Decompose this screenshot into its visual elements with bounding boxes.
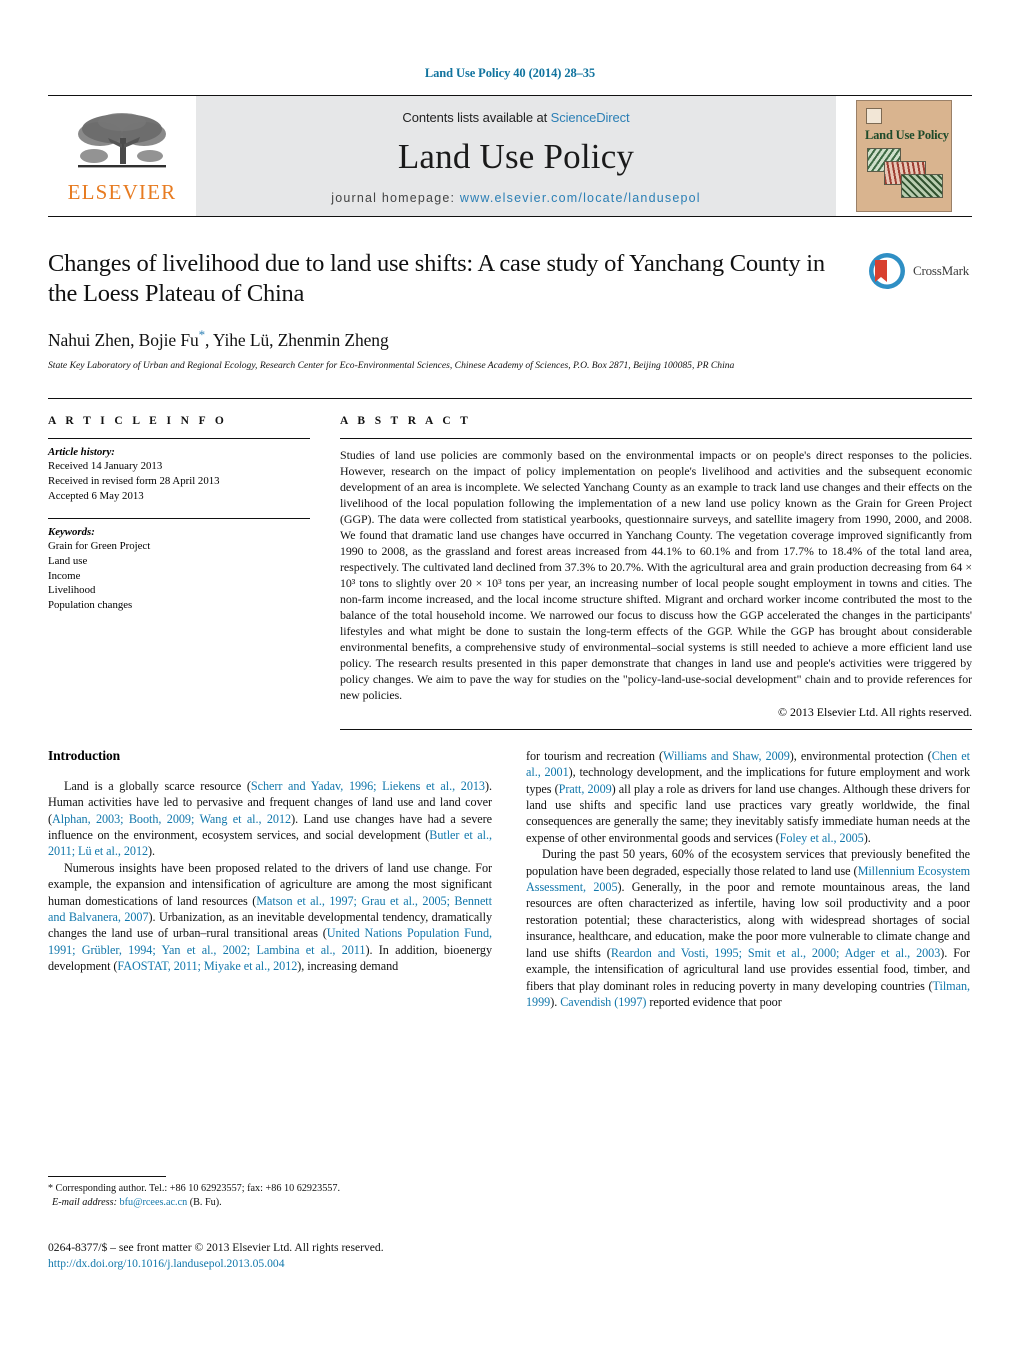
- right-column: for tourism and recreation (Williams and…: [526, 748, 970, 1098]
- masthead-center: Contents lists available at ScienceDirec…: [196, 96, 836, 216]
- crossmark-label: CrossMark: [913, 263, 969, 278]
- info-abstract-section: A R T I C L E I N F O Article history: R…: [48, 397, 972, 730]
- keywords-block: Keywords: Grain for Green Project Land u…: [48, 519, 310, 613]
- affiliation: State Key Laboratory of Urban and Region…: [48, 359, 735, 371]
- sciencedirect-link[interactable]: ScienceDirect: [551, 110, 630, 125]
- crossmark-icon: [867, 251, 907, 291]
- paragraph-text: ), environmental protection (: [789, 748, 932, 763]
- contents-prefix: Contents lists available at: [402, 109, 551, 125]
- cover-publisher-mark-icon: [866, 108, 882, 124]
- elsevier-tree-icon: [78, 112, 166, 167]
- homepage-url-link[interactable]: www.elsevier.com/locate/landusepol: [460, 191, 701, 205]
- paragraph-text: reported evidence that poor: [646, 994, 782, 1009]
- paragraph: Land is a globally scarce resource (Sche…: [48, 778, 492, 860]
- article-history-label: Article history:: [48, 445, 115, 458]
- keywords-label: Keywords:: [48, 525, 95, 538]
- footnote-star: *: [48, 1183, 53, 1194]
- masthead-right: Land Use Policy: [836, 96, 972, 216]
- footnote-email-line: E-mail address: bfu@rcees.ac.cn (B. Fu).: [48, 1196, 492, 1210]
- paragraph-text: ), increasing demand: [297, 959, 399, 974]
- authors-first: Nahui Zhen, Bojie Fu: [48, 329, 199, 350]
- keyword-item: Income: [48, 569, 81, 582]
- citation-link[interactable]: Cavendish (1997): [560, 995, 646, 1009]
- paragraph: for tourism and recreation (Williams and…: [526, 748, 970, 846]
- paragraph-text: ).: [550, 994, 561, 1009]
- article-history-block: Article history: Received 14 January 201…: [48, 439, 310, 504]
- running-head: Land Use Policy 40 (2014) 28–35: [424, 66, 596, 80]
- page-title: Changes of livelihood due to land use sh…: [48, 250, 825, 308]
- homepage-prefix: journal homepage:: [331, 190, 460, 205]
- footnote-corresponding-text: Corresponding author. Tel.: +86 10 62923…: [55, 1183, 341, 1194]
- history-item: Received in revised form 28 April 2013: [48, 475, 220, 488]
- crossmark-badge[interactable]: CrossMark: [867, 251, 969, 291]
- keyword-item: Grain for Green Project: [48, 540, 151, 553]
- paragraph: Numerous insights have been proposed rel…: [48, 860, 492, 975]
- citation-link[interactable]: Reardon and Vosti, 1995; Smit et al., 20…: [611, 946, 940, 960]
- article-info-column: A R T I C L E I N F O Article history: R…: [48, 415, 310, 730]
- article-info-heading: A R T I C L E I N F O: [48, 414, 228, 427]
- citation-link[interactable]: FAOSTAT, 2011; Miyake et al., 2012: [117, 959, 297, 973]
- footnote-rule: [48, 1176, 166, 1177]
- keyword-item: Population changes: [48, 598, 133, 611]
- elsevier-logo: ELSEVIER: [64, 110, 180, 203]
- title-block: Changes of livelihood due to land use sh…: [48, 249, 972, 372]
- section-heading-introduction: Introduction: [48, 747, 121, 763]
- citation-link[interactable]: Foley et al., 2005: [780, 831, 864, 845]
- paragraph: During the past 50 years, 60% of the eco…: [526, 846, 970, 1010]
- history-item: Received 14 January 2013: [48, 460, 163, 473]
- journal-homepage-line: journal homepage: www.elsevier.com/locat…: [331, 191, 701, 205]
- paragraph-text: ).: [148, 844, 156, 859]
- doi-link[interactable]: http://dx.doi.org/10.1016/j.landusepol.2…: [48, 1256, 568, 1272]
- abstract-column: A B S T R A C T Studies of land use poli…: [340, 415, 972, 730]
- body-columns: Introduction Land is a globally scarce r…: [48, 748, 972, 1098]
- paper-page: Land Use Policy 40 (2014) 28–35 ELSEVIER…: [0, 0, 1020, 1351]
- history-item: Accepted 6 May 2013: [48, 489, 144, 502]
- citation-link[interactable]: Pratt, 2009: [559, 782, 612, 796]
- abstract-bottom-rule: [340, 728, 972, 730]
- elsevier-wordmark: ELSEVIER: [67, 179, 177, 204]
- paragraph-text: Land is a globally scarce resource (: [64, 778, 251, 793]
- journal-masthead: ELSEVIER Contents lists available at Sci…: [48, 95, 972, 217]
- issn-copyright-line: 0264-8377/$ – see front matter © 2013 El…: [48, 1241, 384, 1254]
- elsevier-logo-block: ELSEVIER: [48, 96, 196, 216]
- cover-image-village: [901, 174, 943, 198]
- footer-block: 0264-8377/$ – see front matter © 2013 El…: [48, 1240, 568, 1273]
- authors-rest: , Yihe Lü, Zhenmin Zheng: [205, 329, 389, 350]
- cover-journal-title: Land Use Policy: [865, 128, 949, 142]
- abstract-text: Studies of land use policies are commonl…: [340, 447, 972, 702]
- abstract-heading: A B S T R A C T: [340, 414, 472, 427]
- citation-link[interactable]: Scherr and Yadav, 1996; Liekens et al., …: [251, 779, 485, 793]
- email-address-label: E-mail address:: [52, 1197, 117, 1209]
- keyword-item: Land use: [48, 554, 88, 567]
- abstract-copyright: © 2013 Elsevier Ltd. All rights reserved…: [778, 704, 972, 719]
- paragraph-text: for tourism and recreation (: [526, 748, 663, 763]
- citation-link[interactable]: Williams and Shaw, 2009: [663, 749, 790, 763]
- left-column: Introduction Land is a globally scarce r…: [48, 748, 492, 1098]
- corresponding-author-footnote: * Corresponding author. Tel.: +86 10 629…: [48, 1176, 492, 1211]
- journal-title: Land Use Policy: [397, 136, 635, 176]
- author-list: Nahui Zhen, Bojie Fu*, Yihe Lü, Zhenmin …: [48, 327, 972, 351]
- keyword-item: Livelihood: [48, 584, 96, 597]
- footnote-corresponding-line: * Corresponding author. Tel.: +86 10 629…: [48, 1182, 492, 1196]
- email-suffix: (B. Fu).: [189, 1197, 222, 1209]
- contents-available-line: Contents lists available at ScienceDirec…: [402, 110, 629, 125]
- paragraph-text: ).: [863, 830, 871, 845]
- citation-link[interactable]: Alphan, 2003; Booth, 2009; Wang et al., …: [52, 812, 291, 826]
- journal-cover-thumbnail: Land Use Policy: [856, 100, 952, 212]
- email-link[interactable]: bfu@rcees.ac.cn: [120, 1197, 188, 1208]
